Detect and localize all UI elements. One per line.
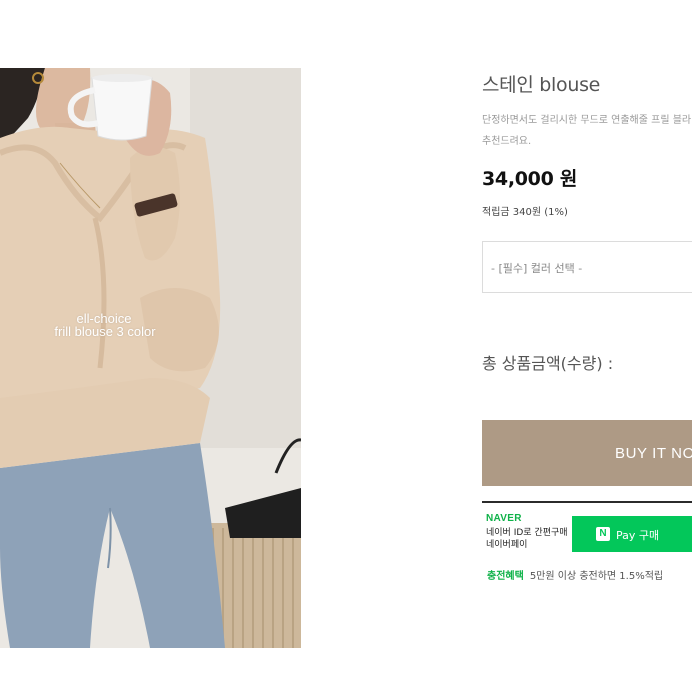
total-price-label: 총 상품금액(수량) : bbox=[482, 354, 614, 373]
naver-pay-description: 네이버 ID로 간편구매 네이버페이 bbox=[486, 527, 568, 551]
naver-desc-line: 네이버페이 bbox=[486, 540, 528, 550]
product-title: 스테인 blouse bbox=[482, 74, 601, 96]
watermark-product: frill blouse 3 color bbox=[54, 324, 156, 339]
benefit-highlight: 충전혜택 bbox=[487, 571, 524, 582]
naver-benefit: 충전혜택 5만원 이상 충전하면 1.5%적립 bbox=[487, 567, 663, 582]
product-image[interactable]: ell-choice frill blouse 3 color bbox=[0, 68, 301, 648]
naver-n-icon: N bbox=[596, 527, 610, 541]
product-price: 34,000 원 bbox=[482, 168, 578, 190]
benefit-text: 5만원 이상 충전하면 1.5%적립 bbox=[529, 571, 664, 582]
naver-pay-section: NAVER 네이버 ID로 간편구매 네이버페이 N Pay 구매 bbox=[482, 501, 692, 552]
color-option-select[interactable]: - [필수] 컬러 선택 - bbox=[482, 241, 692, 293]
buy-now-button[interactable]: BUY IT NOW bbox=[482, 420, 692, 486]
summary-line: 추천드려요. bbox=[482, 136, 532, 147]
naver-pay-button[interactable]: N Pay 구매 bbox=[572, 516, 692, 552]
naver-pay-button-label: Pay 구매 bbox=[616, 529, 660, 542]
product-summary: 단정하면서도 걸리시한 무드로 연출해줄 프릴 블라 추천드려요. bbox=[482, 110, 692, 152]
summary-line: 단정하면서도 걸리시한 무드로 연출해줄 프릴 블라 bbox=[482, 115, 692, 126]
naver-logo: NAVER bbox=[486, 513, 522, 524]
reward-points: 적립금 340원 (1%) bbox=[482, 207, 568, 218]
product-photo-illustration bbox=[0, 68, 301, 648]
naver-desc-line: 네이버 ID로 간편구매 bbox=[486, 528, 568, 538]
